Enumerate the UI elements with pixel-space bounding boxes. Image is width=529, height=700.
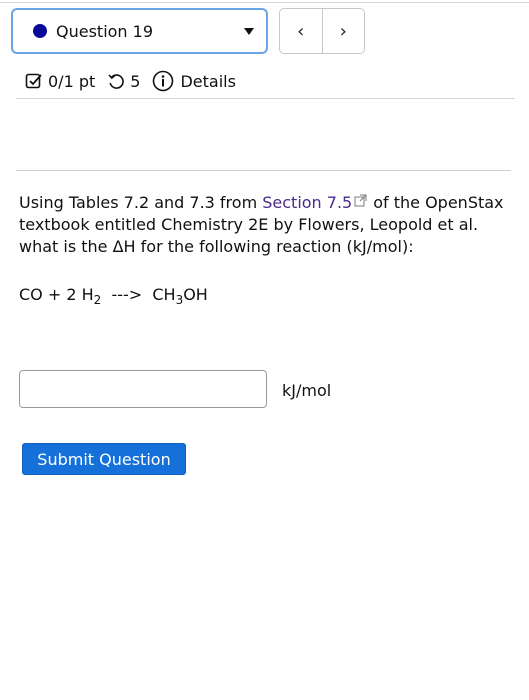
top-divider	[0, 2, 529, 3]
content-divider	[16, 170, 511, 171]
unit-label: kJ/mol	[282, 381, 332, 400]
next-question-button[interactable]: ›	[323, 9, 365, 53]
equation-product-post: OH	[183, 285, 208, 304]
section-link[interactable]: Section 7.5	[262, 193, 352, 212]
header-divider	[16, 98, 515, 99]
score-text: 0/1 pt	[48, 71, 96, 91]
equation-arrow: --->	[101, 285, 153, 304]
caret-down-icon	[244, 28, 254, 35]
reaction-equation: CO + 2 H2 ---> CH3OH	[19, 285, 208, 307]
attempts-text: 5	[130, 71, 141, 91]
question-selector[interactable]: Question 19	[11, 8, 268, 54]
answer-input[interactable]	[19, 370, 267, 408]
checkbox-icon	[25, 73, 42, 89]
external-link-icon[interactable]	[354, 194, 367, 207]
equation-reactants: CO + 2 H	[19, 285, 94, 304]
question-selector-label: Question 19	[56, 21, 154, 41]
question-text: Using Tables 7.2 and 7.3 from Section 7.…	[19, 192, 519, 258]
submit-question-button[interactable]: Submit Question	[22, 443, 186, 475]
question-intro: Using Tables 7.2 and 7.3 from	[19, 193, 263, 212]
previous-question-button[interactable]: ‹	[280, 9, 322, 53]
status-dot-icon	[33, 24, 47, 38]
question-meta: 0/1 pt 5 Details	[25, 68, 236, 94]
details-link[interactable]: Details	[180, 72, 235, 91]
retry-icon	[108, 74, 125, 89]
question-nav: ‹ ›	[279, 8, 365, 54]
info-icon[interactable]	[152, 70, 174, 92]
equation-product-pre: CH	[152, 285, 176, 304]
